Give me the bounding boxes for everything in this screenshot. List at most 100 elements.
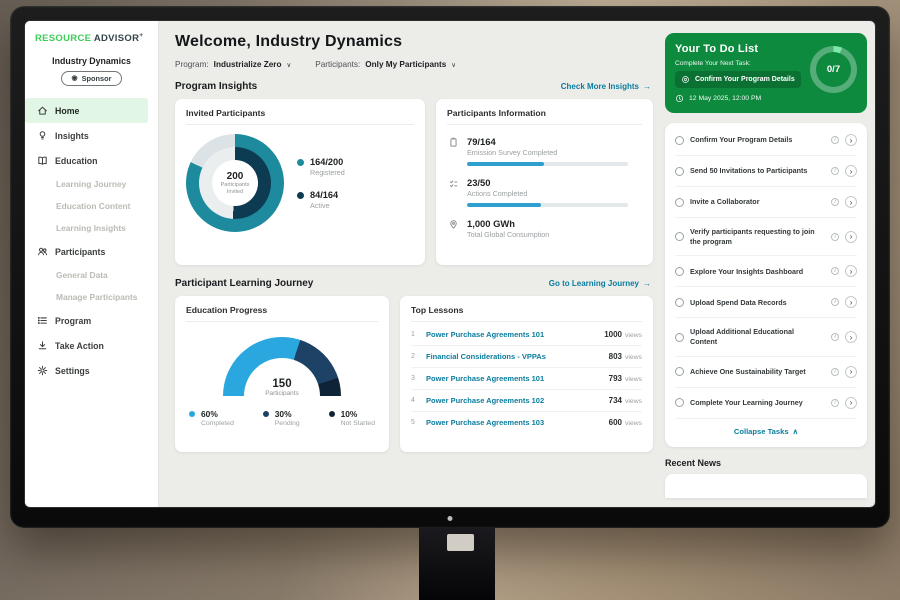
info-icon: i — [831, 167, 839, 175]
chevron-up-icon: ∧ — [793, 427, 799, 436]
task-row-verify-participants[interactable]: Verify participants requesting to join t… — [675, 218, 857, 256]
target-icon — [681, 75, 690, 84]
sidebar-item-label: Home — [55, 106, 79, 116]
lesson-link[interactable]: Power Purchase Agreements 101 — [426, 330, 597, 339]
sidebar-item-label: Settings — [55, 366, 90, 376]
chevron-right-icon[interactable]: › — [845, 196, 857, 208]
sidebar-item-take-action[interactable]: Take Action — [25, 333, 158, 358]
section-title: Program Insights — [175, 81, 257, 92]
info-icon: i — [831, 368, 839, 376]
legend-item: 10% Not Started — [329, 409, 375, 427]
task-row-complete-learning-journey[interactable]: Complete Your Learning Journey i › — [675, 388, 857, 419]
learning-journey-header: Participant Learning Journey Go to Learn… — [175, 278, 651, 289]
collapse-tasks-button[interactable]: Collapse Tasks ∧ — [675, 419, 857, 445]
task-row-explore-insights[interactable]: Explore Your Insights Dashboard i › — [675, 256, 857, 287]
legend-item: 60% Completed — [189, 409, 234, 427]
arrow-right-icon: → — [643, 279, 651, 288]
progress-bar — [467, 162, 628, 166]
legend-dot — [263, 411, 269, 417]
chevron-right-icon[interactable]: › — [845, 231, 857, 243]
sidebar-item-manage-participants[interactable]: Manage Participants — [25, 286, 158, 308]
sponsor-badge[interactable]: ◉ Sponsor — [61, 71, 121, 86]
lesson-link[interactable]: Power Purchase Agreements 101 — [426, 374, 602, 383]
sidebar-item-label: Take Action — [55, 341, 104, 351]
app-logo: RESOURCE ADVISOR+ — [25, 32, 158, 44]
chevron-right-icon[interactable]: › — [845, 366, 857, 378]
sidebar-item-label: Education — [55, 156, 98, 166]
list-icon — [37, 315, 48, 326]
task-checkbox[interactable] — [675, 333, 684, 342]
download-icon — [37, 340, 48, 351]
actions-icon — [448, 178, 459, 189]
sidebar-item-education-content[interactable]: Education Content — [25, 195, 158, 217]
page-title: Welcome, Industry Dynamics — [175, 33, 653, 51]
legend-item: 84/164 Active — [297, 190, 345, 210]
learning-journey-cards: Education Progress 150 Participants — [175, 296, 653, 452]
sidebar-item-participants[interactable]: Participants — [25, 239, 158, 264]
lesson-row: 1 Power Purchase Agreements 101 1000view… — [411, 324, 642, 346]
home-icon — [37, 105, 48, 116]
task-checkbox[interactable] — [675, 198, 684, 207]
recent-news-title: Recent News — [665, 458, 867, 468]
lesson-link[interactable]: Power Purchase Agreements 102 — [426, 396, 602, 405]
sidebar-item-general-data[interactable]: General Data — [25, 264, 158, 286]
chevron-right-icon[interactable]: › — [845, 134, 857, 146]
education-progress-card: Education Progress 150 Participants — [175, 296, 389, 452]
task-checkbox[interactable] — [675, 367, 684, 376]
lesson-link[interactable]: Financial Considerations - VPPAs — [426, 352, 602, 361]
task-checkbox[interactable] — [675, 298, 684, 307]
todo-progress-ring: 0/7 — [810, 46, 857, 93]
chevron-down-icon: ∨ — [286, 61, 291, 69]
program-value: Industrialize Zero — [214, 60, 282, 69]
info-icon: i — [831, 233, 839, 241]
sidebar-item-label: Learning Journey — [56, 179, 126, 189]
tasks-card: Confirm Your Program Details i › Send 50… — [665, 123, 867, 447]
info-row: 1,000 GWh Total Global Consumption — [447, 218, 642, 239]
sidebar-item-learning-insights[interactable]: Learning Insights — [25, 217, 158, 239]
sidebar-item-settings[interactable]: Settings — [25, 358, 158, 383]
task-checkbox[interactable] — [675, 398, 684, 407]
sidebar-item-label: Manage Participants — [56, 292, 137, 302]
clock-icon — [675, 94, 684, 103]
next-task-button[interactable]: Confirm Your Program Details — [675, 71, 801, 88]
chevron-right-icon[interactable]: › — [845, 296, 857, 308]
go-to-learning-journey-link[interactable]: Go to Learning Journey → — [549, 279, 651, 288]
task-checkbox[interactable] — [675, 136, 684, 145]
invited-legend: 164/200 Registered 84/164 Active — [297, 157, 345, 210]
chevron-right-icon[interactable]: › — [845, 265, 857, 277]
sidebar-item-label: Learning Insights — [56, 223, 126, 233]
chevron-right-icon[interactable]: › — [845, 165, 857, 177]
sidebar-item-insights[interactable]: Insights — [25, 123, 158, 148]
location-pin-icon — [448, 219, 459, 230]
sidebar-item-program[interactable]: Program — [25, 308, 158, 333]
lesson-row: 3 Power Purchase Agreements 101 793views — [411, 368, 642, 390]
chevron-right-icon[interactable]: › — [845, 331, 857, 343]
info-icon: i — [831, 298, 839, 306]
task-checkbox[interactable] — [675, 232, 684, 241]
participants-label: Participants: — [315, 60, 360, 69]
task-row-achieve-target[interactable]: Achieve One Sustainability Target i › — [675, 357, 857, 388]
task-row-send-invitations[interactable]: Send 50 Invitations to Participants i › — [675, 156, 857, 187]
info-icon: i — [831, 267, 839, 275]
task-checkbox[interactable] — [675, 167, 684, 176]
participants-select[interactable]: Participants: Only My Participants ∨ — [315, 60, 456, 69]
card-title: Education Progress — [186, 305, 378, 322]
survey-icon — [448, 137, 459, 148]
task-row-invite-collaborator[interactable]: Invite a Collaborator i › — [675, 187, 857, 218]
chevron-right-icon[interactable]: › — [845, 397, 857, 409]
donut-center-value: 200 — [227, 171, 244, 182]
task-checkbox[interactable] — [675, 267, 684, 276]
task-row-upload-spend-data[interactable]: Upload Spend Data Records i › — [675, 287, 857, 318]
sidebar-item-learning-journey[interactable]: Learning Journey — [25, 173, 158, 195]
lesson-link[interactable]: Power Purchase Agreements 103 — [426, 418, 602, 427]
program-select[interactable]: Program: Industrialize Zero ∨ — [175, 60, 291, 69]
card-title: Participants Information — [447, 108, 642, 125]
monitor-bezel: RESOURCE ADVISOR+ Industry Dynamics ◉ Sp… — [10, 6, 890, 528]
task-row-confirm-program[interactable]: Confirm Your Program Details i › — [675, 125, 857, 156]
legend-dot — [189, 411, 195, 417]
check-more-insights-link[interactable]: Check More Insights → — [561, 82, 651, 91]
sidebar-item-education[interactable]: Education — [25, 148, 158, 173]
sidebar-item-home[interactable]: Home — [25, 98, 148, 123]
participants-value: Only My Participants — [365, 60, 446, 69]
task-row-upload-educational-content[interactable]: Upload Additional Educational Content i … — [675, 318, 857, 356]
